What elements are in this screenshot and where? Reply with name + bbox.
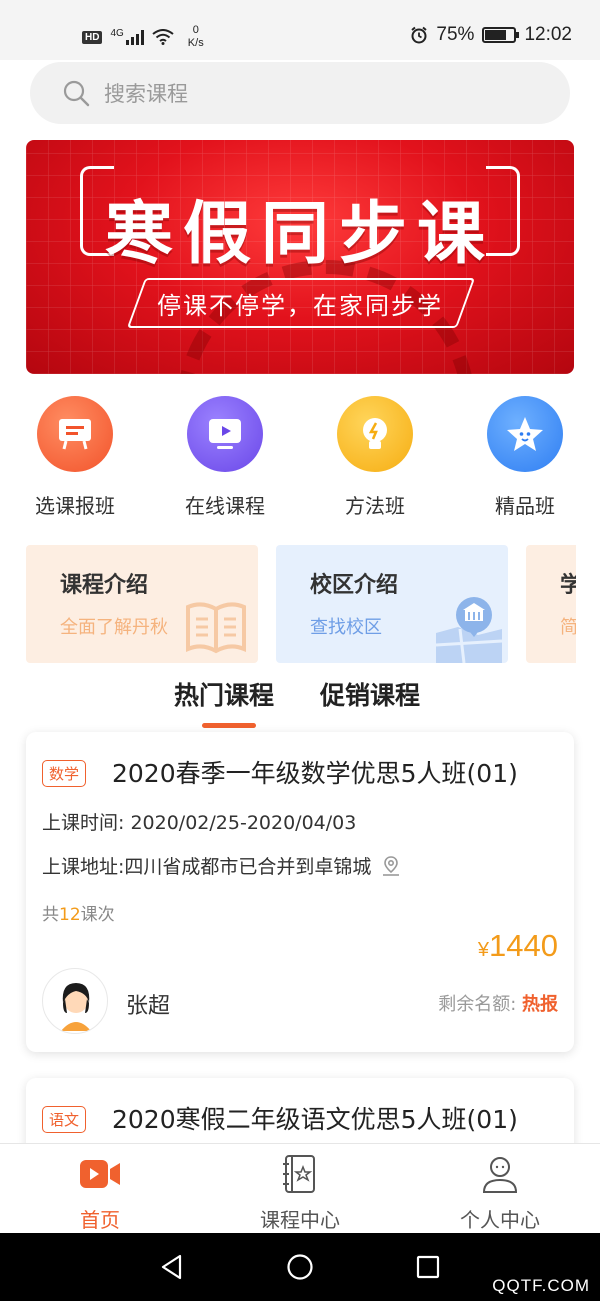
teacher-avatar bbox=[42, 968, 108, 1034]
network-type: 4G bbox=[110, 27, 124, 39]
battery-icon bbox=[482, 27, 520, 43]
nav-home[interactable]: 首页 bbox=[0, 1144, 200, 1234]
nav-label: 首页 bbox=[80, 1208, 120, 1232]
quick-action-method-class[interactable]: 方法班 bbox=[300, 396, 450, 519]
intro-cards: 课程介绍 全面了解丹秋 校区介绍 查找校区 学 简 bbox=[26, 545, 576, 663]
course-time-value: 2020/02/25-2020/04/03 bbox=[130, 812, 357, 834]
quick-action-label: 方法班 bbox=[345, 494, 405, 518]
search-bar[interactable]: 搜索课程 bbox=[30, 62, 570, 124]
quick-action-label: 在线课程 bbox=[185, 494, 265, 518]
course-title: 2020春季一年级数学优思5人班(01) bbox=[112, 759, 518, 788]
location-icon[interactable] bbox=[379, 854, 403, 878]
map-building-icon bbox=[435, 597, 503, 663]
nav-course-center[interactable]: 课程中心 bbox=[200, 1144, 400, 1234]
monitor-play-icon bbox=[187, 396, 263, 472]
course-card[interactable]: 数学 2020春季一年级数学优思5人班(01) 上课时间: 2020/02/25… bbox=[26, 732, 574, 1052]
course-address: 上课地址: 四川省成都市已合并到卓锦城 bbox=[42, 852, 403, 879]
tab-indicator bbox=[202, 723, 256, 728]
user-icon bbox=[400, 1154, 600, 1194]
alarm-icon bbox=[411, 26, 428, 44]
lightbulb-icon bbox=[337, 396, 413, 472]
banner-title: 寒假同步课 bbox=[104, 195, 495, 274]
net-speed-unit: K/s bbox=[187, 37, 204, 49]
tab-promo-courses[interactable]: 促销课程 bbox=[320, 676, 420, 712]
net-speed-value: 0 bbox=[192, 24, 199, 36]
chat-board-icon bbox=[37, 396, 113, 472]
course-address-value: 四川省成都市已合并到卓锦城 bbox=[124, 856, 372, 878]
battery-fill bbox=[485, 30, 506, 40]
course-intro-card[interactable]: 课程介绍 全面了解丹秋 bbox=[26, 545, 258, 663]
lesson-count-prefix: 共 bbox=[42, 905, 59, 925]
price-symbol: ¥ bbox=[477, 939, 490, 961]
book-icon bbox=[186, 602, 246, 654]
search-input[interactable]: 搜索课程 bbox=[104, 78, 188, 108]
campus-intro-card[interactable]: 校区介绍 查找校区 bbox=[276, 545, 508, 663]
remaining-status: 热报 bbox=[522, 994, 558, 1015]
back-icon[interactable] bbox=[158, 1253, 186, 1281]
teacher-name: 张超 bbox=[126, 994, 171, 1019]
search-icon bbox=[63, 80, 90, 107]
price-value: 1440 bbox=[489, 928, 558, 963]
signal-icon bbox=[125, 29, 144, 45]
star-icon bbox=[487, 396, 563, 472]
watermark: QQTF.COM bbox=[492, 1276, 590, 1295]
study-card[interactable]: 学 简 bbox=[526, 545, 576, 663]
course-price: ¥1440 bbox=[478, 928, 558, 964]
course-time-label: 上课时间: bbox=[42, 812, 131, 834]
lesson-count-number: 12 bbox=[59, 905, 81, 925]
card-subtitle: 简 bbox=[560, 617, 576, 638]
tab-hot-courses[interactable]: 热门课程 bbox=[174, 676, 274, 712]
subject-tag: 语文 bbox=[42, 1106, 87, 1133]
quick-action-premium-class[interactable]: 精品班 bbox=[450, 396, 600, 519]
banner-subtitle: 停课不停学，在家同步学 bbox=[157, 292, 443, 320]
bottom-nav: 首页 课程中心 个人中心 bbox=[0, 1143, 600, 1233]
status-left: HD 4G 0 K/s bbox=[82, 24, 204, 50]
video-camera-icon bbox=[0, 1154, 200, 1194]
card-title: 课程介绍 bbox=[60, 573, 149, 598]
quick-action-online-course[interactable]: 在线课程 bbox=[150, 396, 300, 519]
course-tabs: 热门课程 促销课程 bbox=[0, 676, 600, 736]
remaining-label: 剩余名额: bbox=[438, 994, 522, 1015]
card-title: 学 bbox=[560, 573, 576, 598]
nav-profile[interactable]: 个人中心 bbox=[400, 1144, 600, 1234]
nav-label: 个人中心 bbox=[460, 1208, 540, 1232]
quick-action-label: 选课报班 bbox=[35, 494, 115, 518]
lesson-count-suffix: 课次 bbox=[80, 905, 115, 925]
net-speed: 0 K/s bbox=[188, 24, 204, 50]
recents-icon[interactable] bbox=[414, 1253, 442, 1281]
promo-banner[interactable]: 寒假同步课 停课不停学，在家同步学 bbox=[26, 140, 574, 374]
status-right: 75% 12:02 bbox=[410, 24, 572, 46]
home-circle-icon[interactable] bbox=[286, 1253, 314, 1281]
hd-badge: HD bbox=[82, 30, 103, 44]
wifi-icon bbox=[152, 29, 174, 45]
quick-action-select-course[interactable]: 选课报班 bbox=[0, 396, 150, 519]
subject-tag: 数学 bbox=[42, 760, 87, 787]
battery-percent: 75% bbox=[436, 24, 475, 45]
clock: 12:02 bbox=[524, 24, 572, 45]
remaining-seats: 剩余名额: 热报 bbox=[438, 990, 558, 1016]
course-title: 2020寒假二年级语文优思5人班(01) bbox=[112, 1105, 518, 1134]
lesson-count: 共12课次 bbox=[42, 900, 115, 925]
status-bar: HD 4G 0 K/s 75% 12:02 bbox=[0, 0, 600, 60]
quick-actions: 选课报班 在线课程 方法班 精品班 bbox=[0, 396, 600, 526]
course-address-label: 上课地址: bbox=[42, 856, 125, 878]
course-book-icon bbox=[200, 1154, 400, 1194]
nav-label: 课程中心 bbox=[260, 1208, 340, 1232]
quick-action-label: 精品班 bbox=[495, 494, 555, 518]
course-time: 上课时间: 2020/02/25-2020/04/03 bbox=[42, 808, 356, 835]
